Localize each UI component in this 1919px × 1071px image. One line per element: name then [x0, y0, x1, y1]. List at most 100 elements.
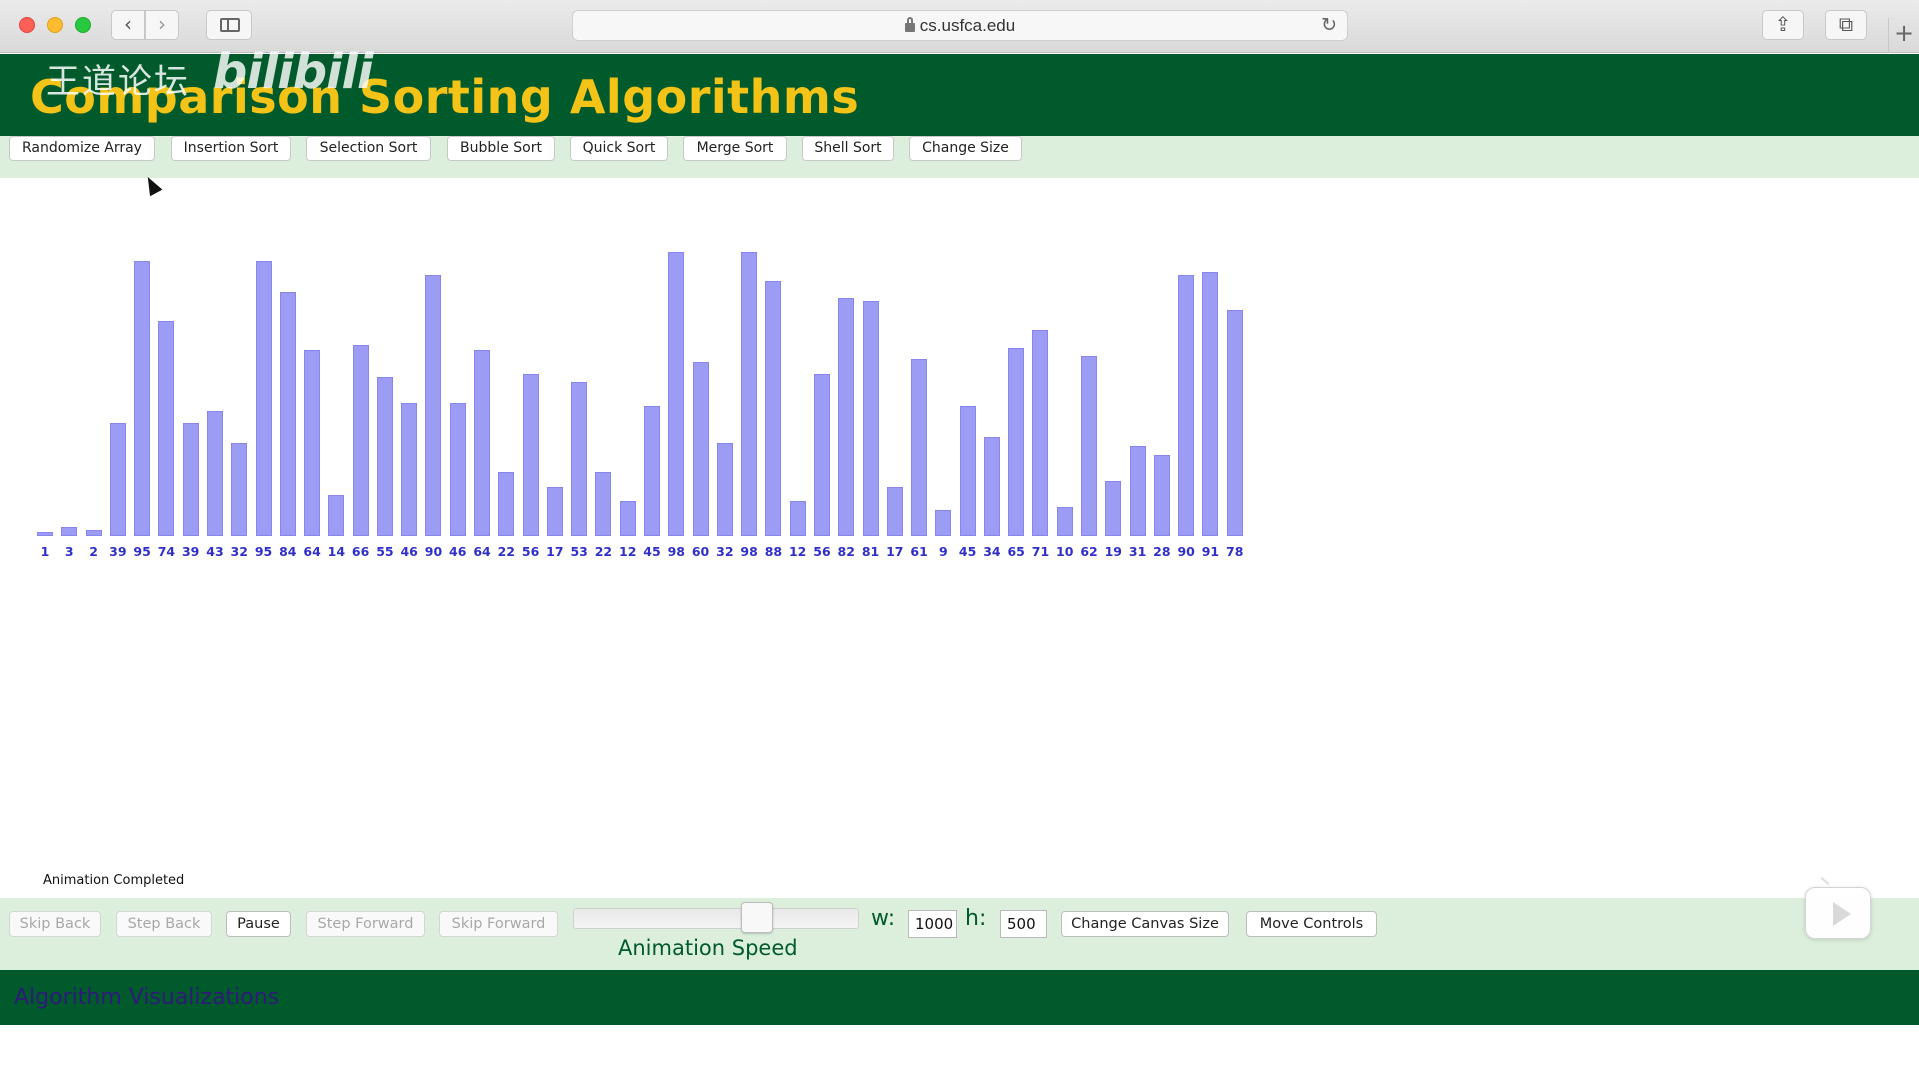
bar-36: [911, 359, 928, 536]
sorting-canvas: Animation Completed 1 3 2 39 95 74 39 43 32 95 84 6…: [0, 178, 1919, 898]
bar-41: [1032, 330, 1049, 536]
close-window-button[interactable]: [19, 17, 35, 33]
bar-35: [886, 486, 903, 536]
bar-31: [789, 501, 806, 536]
bar-14: [376, 376, 393, 536]
play-overlay-button[interactable]: [1805, 887, 1871, 939]
bar-13: [352, 344, 369, 536]
back-button[interactable]: ‹: [111, 10, 145, 40]
bar-18: [474, 350, 491, 536]
canvas-width-input[interactable]: 1000: [908, 910, 957, 938]
algorithm-toolbar: Randomize Array Insertion Sort Selection…: [0, 136, 1919, 178]
pause-button[interactable]: Pause: [226, 911, 291, 937]
canvas-height-input[interactable]: 500: [1000, 910, 1047, 938]
minimize-window-button[interactable]: [47, 17, 63, 33]
sidebar-icon: [220, 18, 240, 32]
change-size-button[interactable]: Change Size: [909, 136, 1022, 161]
move-controls-button[interactable]: Move Controls: [1246, 911, 1377, 937]
animation-speed-slider[interactable]: [573, 908, 859, 929]
bar-21: [546, 486, 563, 536]
bar-29: [741, 251, 758, 536]
change-canvas-size-button[interactable]: Change Canvas Size: [1061, 911, 1229, 937]
footer-link[interactable]: Algorithm Visualizations: [14, 985, 279, 1010]
bar-42: [1056, 507, 1073, 536]
bar-12: [328, 495, 345, 536]
animation-status: Animation Completed: [43, 873, 185, 888]
bar-26: [668, 251, 685, 536]
step-forward-button[interactable]: Step Forward: [306, 911, 425, 937]
skip-forward-button[interactable]: Skip Forward: [439, 911, 558, 937]
page-footer: Algorithm Visualizations: [0, 970, 1919, 1025]
chevron-left-icon: ‹: [124, 12, 132, 36]
animation-controls: Skip Back Step Back Pause Step Forward S…: [0, 898, 1919, 970]
bar-10: [279, 292, 296, 536]
merge-sort-button[interactable]: Merge Sort: [683, 136, 787, 161]
bar-32: [813, 373, 830, 536]
lock-icon: [904, 17, 915, 32]
bar-44: [1105, 480, 1122, 536]
bar-30: [765, 280, 782, 536]
bar-5: [158, 321, 175, 536]
bar-20: [522, 373, 539, 536]
bar-6: [182, 422, 199, 536]
bar-39: [983, 437, 1000, 536]
bar-2: [85, 530, 102, 536]
height-label: h:: [965, 906, 987, 931]
width-label: w:: [871, 906, 896, 931]
bar-15: [401, 402, 418, 536]
bar-23: [595, 472, 612, 536]
selection-sort-button[interactable]: Selection Sort: [306, 136, 431, 161]
bar-16: [425, 275, 442, 536]
maximize-window-button[interactable]: [75, 17, 91, 33]
share-icon: ⇪: [1774, 12, 1792, 36]
bar-40: [1008, 347, 1025, 536]
bar-38: [959, 405, 976, 536]
bar-3: [109, 422, 126, 536]
skip-back-button[interactable]: Skip Back: [9, 911, 101, 937]
bar-43: [1081, 356, 1098, 536]
new-tab-button[interactable]: +: [1888, 18, 1919, 53]
sidebar-toggle-button[interactable]: [206, 10, 252, 40]
quick-sort-button[interactable]: Quick Sort: [570, 136, 668, 161]
shell-sort-button[interactable]: Shell Sort: [802, 136, 894, 161]
url-text: cs.usfca.edu: [919, 16, 1016, 35]
bar-27: [692, 362, 709, 536]
chevron-right-icon: ›: [158, 12, 166, 36]
bar-47: [1178, 275, 1195, 536]
share-button[interactable]: ⇪: [1762, 10, 1804, 40]
bar-9: [255, 260, 272, 536]
randomize-array-button[interactable]: Randomize Array: [9, 136, 155, 161]
watermark-text: 王道论坛: [46, 62, 190, 102]
bar-37: [935, 509, 952, 536]
bar-17: [449, 402, 466, 536]
insertion-sort-button[interactable]: Insertion Sort: [171, 136, 291, 161]
forward-button[interactable]: ›: [145, 10, 179, 40]
bar-46: [1153, 454, 1170, 536]
bar-0: [37, 532, 53, 536]
bar-4: [134, 260, 151, 536]
bubble-sort-button[interactable]: Bubble Sort: [447, 136, 555, 161]
bar-25: [644, 405, 660, 536]
bilibili-logo: bilibili: [213, 44, 373, 100]
bar-8: [231, 443, 248, 536]
animation-speed-label: Animation Speed: [618, 936, 798, 960]
bar-1: [61, 527, 78, 536]
bar-11: [304, 350, 321, 536]
bar-45: [1129, 446, 1146, 536]
show-tabs-button[interactable]: ⧉: [1825, 10, 1867, 40]
page-header: Comparison Sorting Algorithms 王道论坛 bilib…: [0, 44, 1919, 136]
bar-48: [1202, 272, 1219, 536]
bar-label-49: 78: [1226, 544, 1244, 559]
tabs-icon: ⧉: [1838, 12, 1854, 36]
bar-22: [571, 382, 588, 536]
step-back-button[interactable]: Step Back: [116, 911, 212, 937]
bar-28: [716, 443, 733, 536]
slider-thumb[interactable]: [741, 902, 773, 933]
play-icon: [1833, 902, 1851, 926]
bar-49: [1226, 309, 1243, 536]
address-bar[interactable]: cs.usfca.edu ↻: [572, 10, 1348, 41]
reload-icon[interactable]: ↻: [1321, 11, 1337, 40]
bar-7: [206, 411, 223, 536]
bar-24: [619, 501, 636, 536]
bar-34: [862, 301, 879, 536]
